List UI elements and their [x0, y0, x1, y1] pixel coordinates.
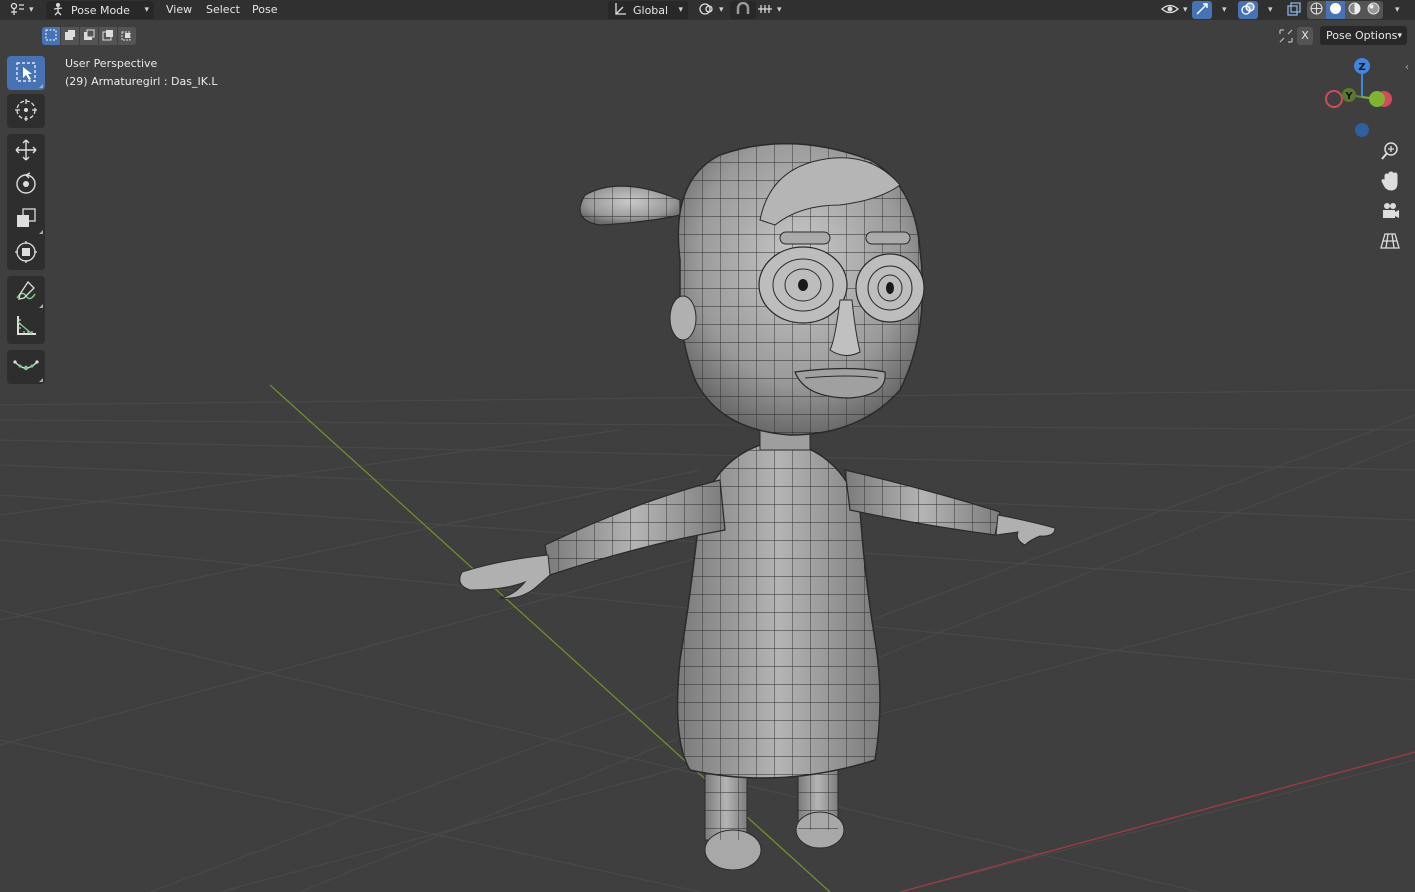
pose-options-label: Pose Options	[1326, 29, 1398, 42]
annotate-icon	[14, 280, 38, 307]
perspective-toggle-button[interactable]	[1376, 228, 1404, 256]
orientation-label: Global	[633, 3, 669, 17]
chevron-down-icon: ▾	[1268, 5, 1273, 15]
hand-icon	[1380, 170, 1400, 194]
scale-tool[interactable]	[7, 202, 45, 236]
gizmo-z-label: Z	[1358, 62, 1365, 73]
view-name-text: User Perspective	[65, 57, 158, 70]
solid-shading-icon	[1329, 2, 1342, 18]
chevron-down-icon: ▾	[1395, 5, 1400, 15]
pose-options-dropdown[interactable]: Pose Options ▾	[1320, 26, 1407, 45]
editor-type-button[interactable]: ▾	[4, 1, 40, 19]
chevron-down-icon: ▾	[777, 5, 782, 15]
chevron-down-icon: ▾	[719, 5, 724, 15]
select-invert-icon	[102, 29, 114, 44]
overlays-icon	[1241, 1, 1255, 19]
cursor-icon	[14, 98, 38, 125]
active-object-text: (29) Armaturegirl : Das_IK.L	[65, 75, 218, 88]
move-icon	[14, 138, 38, 165]
shading-buttons	[1307, 1, 1383, 19]
zoom-button[interactable]	[1376, 138, 1404, 166]
select-intersect-icon	[121, 29, 133, 44]
mirror-icon[interactable]	[1278, 28, 1294, 47]
cursor-tool[interactable]	[7, 94, 45, 128]
rendered-shading-icon	[1367, 2, 1380, 18]
rotate-tool[interactable]	[7, 168, 45, 202]
shading-solid-button[interactable]	[1326, 1, 1345, 19]
character-mesh	[459, 142, 1056, 871]
select-invert-button[interactable]	[99, 27, 117, 45]
x-mirror-toggle[interactable]: X	[1297, 27, 1313, 45]
gizmos-icon	[1195, 2, 1209, 19]
snap-increment-icon	[757, 2, 773, 19]
transform-orientation-dropdown[interactable]: Global ▾	[608, 1, 688, 19]
snap-target-dropdown[interactable]: ▾	[752, 1, 787, 19]
annotate-tool[interactable]	[7, 276, 45, 310]
grid-perspective-icon	[1380, 231, 1400, 254]
chevron-down-icon: ▾	[144, 5, 149, 15]
overlays-dropdown[interactable]: ▾	[1259, 1, 1278, 19]
toolbar	[7, 56, 46, 384]
gizmo-y-label: Y	[1344, 91, 1353, 102]
measure-tool[interactable]	[7, 310, 45, 344]
scale-icon	[14, 206, 38, 233]
rotate-icon	[14, 171, 38, 199]
shading-rendered-button[interactable]	[1364, 1, 1383, 19]
wireframe-shading-icon	[1310, 2, 1323, 18]
chevron-down-icon: ▾	[1222, 5, 1227, 15]
camera-icon	[1380, 201, 1400, 224]
transform-icon	[14, 240, 38, 267]
navigation-gizmo[interactable]: Z Y	[1320, 55, 1402, 140]
gizmos-dropdown[interactable]: ▾	[1213, 1, 1232, 19]
chevron-down-icon: ▾	[1183, 5, 1188, 15]
pose-mode-icon	[51, 2, 65, 19]
transform-tool[interactable]	[7, 236, 45, 270]
shading-dropdown[interactable]: ▾	[1386, 1, 1405, 19]
chevron-down-icon: ▾	[1397, 30, 1402, 41]
pan-button[interactable]	[1376, 168, 1404, 196]
x-axis-line	[899, 751, 1415, 892]
xray-icon	[1287, 1, 1301, 19]
menu-view[interactable]: View	[162, 1, 196, 18]
chevron-down-icon: ▾	[678, 5, 683, 15]
pivot-point-icon	[699, 2, 715, 19]
chevron-down-icon: ▾	[29, 5, 34, 15]
select-extend-button[interactable]	[61, 27, 79, 45]
select-subtract-icon	[83, 29, 95, 44]
select-new-icon	[45, 29, 57, 44]
gizmos-toggle[interactable]	[1192, 1, 1212, 19]
zoom-icon	[1380, 141, 1400, 164]
measure-icon	[14, 314, 38, 341]
transform-orientation-icon	[613, 2, 627, 19]
viewport-header: ▾ Pose Mode ▾ View Select Pose Global ▾ …	[0, 0, 1415, 20]
shading-material-button[interactable]	[1345, 1, 1364, 19]
select-box-icon	[15, 61, 37, 86]
relax-pose-icon	[13, 356, 39, 379]
select-subtract-button[interactable]	[80, 27, 98, 45]
shading-wireframe-button[interactable]	[1307, 1, 1326, 19]
snap-icon	[735, 1, 751, 19]
visibility-dropdown[interactable]: ▾	[1156, 1, 1193, 19]
viewport-scene[interactable]	[0, 0, 1415, 892]
material-shading-icon	[1348, 2, 1361, 18]
camera-view-button[interactable]	[1376, 198, 1404, 226]
select-mode-buttons	[42, 27, 136, 45]
move-tool[interactable]	[7, 134, 45, 168]
mode-label: Pose Mode	[71, 3, 130, 17]
sidebar-toggle-icon[interactable]: ‹	[1405, 62, 1409, 73]
select-box-tool[interactable]	[7, 56, 45, 90]
mode-dropdown[interactable]: Pose Mode ▾	[46, 1, 154, 19]
pivot-point-dropdown[interactable]: ▾	[694, 1, 729, 19]
3d-viewport[interactable]: ▾ Pose Mode ▾ View Select Pose Global ▾ …	[0, 0, 1415, 892]
relax-pose-tool[interactable]	[7, 350, 45, 384]
menu-pose[interactable]: Pose	[248, 1, 281, 18]
select-extend-icon	[64, 29, 76, 44]
menu-select[interactable]: Select	[202, 1, 244, 18]
select-new-button[interactable]	[42, 27, 60, 45]
visibility-icon	[1161, 2, 1179, 19]
select-intersect-button[interactable]	[118, 27, 136, 45]
xray-toggle[interactable]	[1284, 1, 1304, 19]
overlays-toggle[interactable]	[1238, 1, 1258, 19]
editor-type-icon	[9, 2, 25, 19]
